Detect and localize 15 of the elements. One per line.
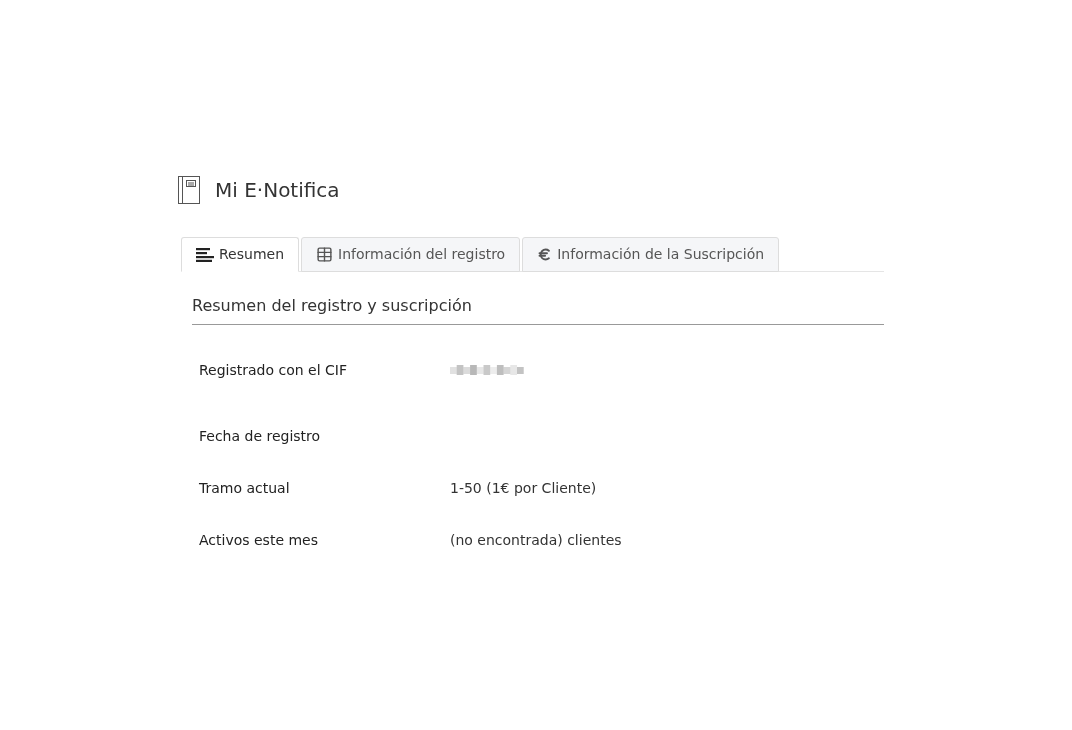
row-label: Tramo actual <box>199 478 291 498</box>
tab[interactable]: Información de la Suscripción <box>522 237 780 272</box>
notebook-icon <box>178 176 200 204</box>
row-label: Registrado con el CIF <box>199 360 348 380</box>
tab[interactable]: Información del registro <box>301 237 521 272</box>
tab[interactable]: Resumen <box>181 237 299 272</box>
euro-icon <box>537 247 553 262</box>
table-icon <box>316 246 333 263</box>
align-left-icon <box>196 247 214 262</box>
row-label: Activos este mes <box>199 530 319 550</box>
row-value: (no encontrada) clientes <box>450 530 622 550</box>
row-label: Fecha de registro <box>199 426 322 446</box>
section-title: Resumen del registro y suscripción <box>192 296 472 315</box>
page-title: Mi E·Notifica <box>215 177 340 204</box>
row-value: 1-50 (1€ por Cliente) <box>450 478 597 498</box>
